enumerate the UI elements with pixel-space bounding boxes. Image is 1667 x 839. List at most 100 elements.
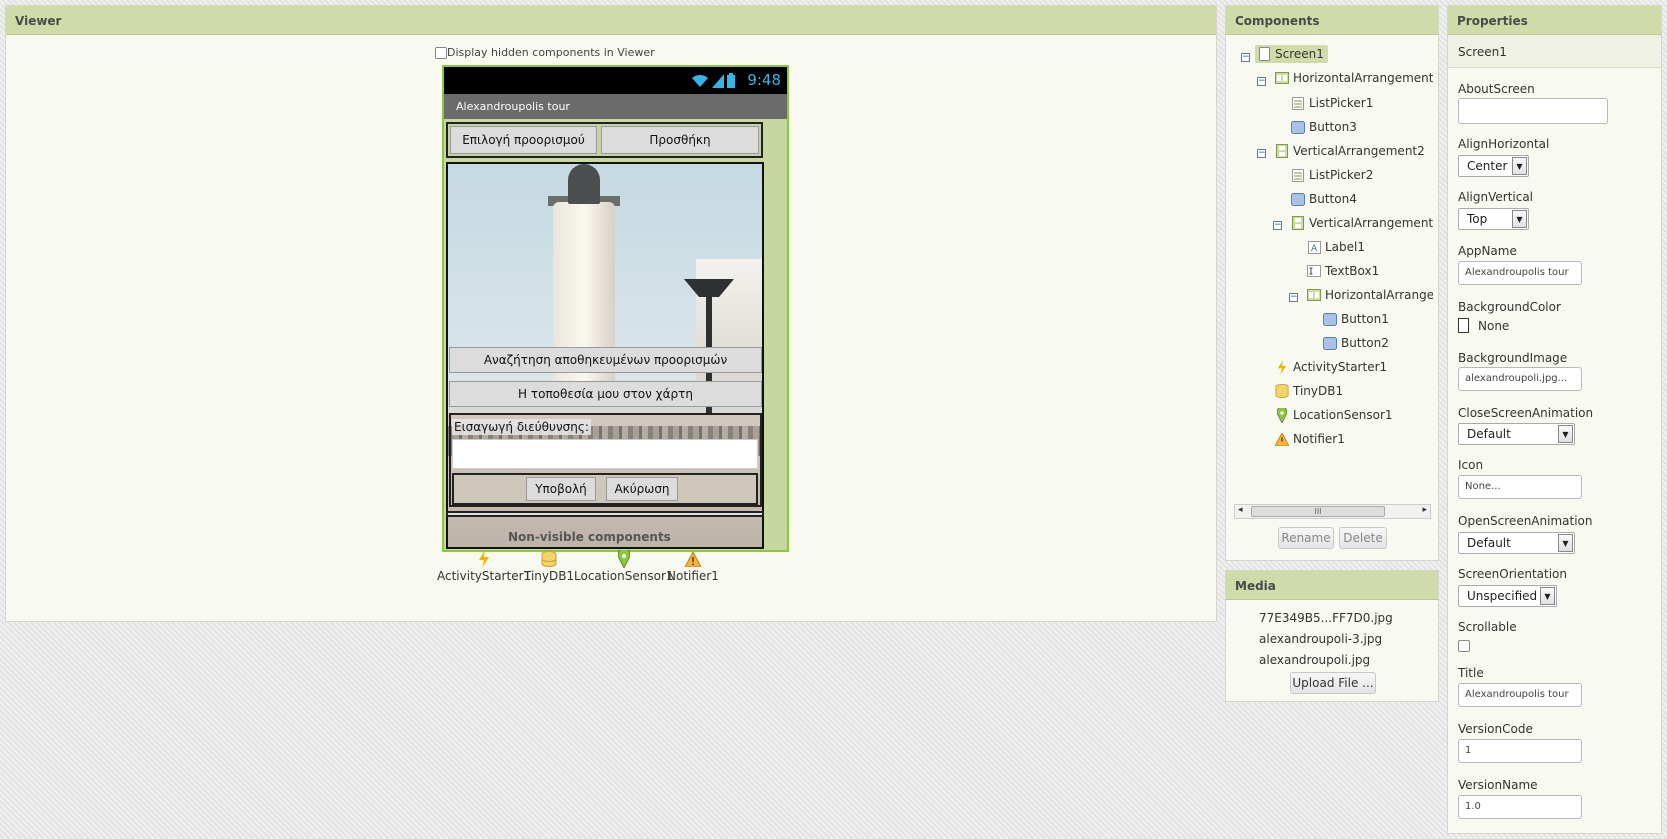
- warning-icon: [1275, 432, 1289, 446]
- tree-item-harr3[interactable]: HorizontalArrangement3: [1275, 71, 1433, 85]
- dropdown-arrow-icon: ▼: [1512, 157, 1527, 175]
- cancel-button[interactable]: Ακύρωση: [606, 477, 678, 501]
- location-pin-icon: [1277, 407, 1287, 423]
- button-icon: [1291, 192, 1305, 206]
- display-hidden-checkbox[interactable]: [435, 46, 447, 59]
- nonvisible-activitystarter[interactable]: ActivityStarter1: [437, 549, 531, 583]
- alignhorizontal-select[interactable]: Center ▼: [1458, 155, 1529, 177]
- dropdown-arrow-icon: ▼: [1558, 425, 1573, 443]
- tree-item-button2[interactable]: Button2: [1323, 336, 1389, 350]
- tree-item-tinydb1[interactable]: TinyDB1: [1275, 384, 1343, 398]
- upload-file-button[interactable]: Upload File ...: [1290, 672, 1376, 694]
- dropdown-arrow-icon: ▼: [1540, 587, 1555, 605]
- media-file[interactable]: 77E349B5...FF7D0.jpg: [1259, 611, 1393, 625]
- signal-icon: [712, 74, 724, 88]
- prop-label-closescreenanimation: CloseScreenAnimation: [1458, 406, 1594, 420]
- prop-label-backgroundimage: BackgroundImage: [1458, 351, 1568, 365]
- aboutscreen-textarea[interactable]: [1458, 98, 1608, 124]
- prop-label-screenorientation: ScreenOrientation: [1458, 567, 1568, 581]
- tree-item-activitystarter1[interactable]: ActivityStarter1: [1275, 359, 1387, 375]
- versioncode-input[interactable]: 1: [1458, 739, 1582, 763]
- collapse-varr2-toggle[interactable]: −: [1257, 149, 1266, 158]
- svg-text:A: A: [1311, 244, 1318, 254]
- display-hidden-label: Display hidden components in Viewer: [447, 46, 655, 59]
- viewer-panel: Viewer Display hidden components in View…: [5, 5, 1217, 622]
- my-location-map-button[interactable]: Η τοποθεσία μου στον χάρτη: [449, 381, 762, 407]
- nonvisible-notifier[interactable]: Notifier1: [667, 549, 719, 583]
- search-saved-destinations-button[interactable]: Αναζήτηση αποθηκευμένων προορισμών: [449, 347, 762, 373]
- tree-item-button4[interactable]: Button4: [1291, 192, 1357, 206]
- nonvisible-tinydb[interactable]: TinyDB1: [524, 549, 574, 583]
- rename-button[interactable]: Rename: [1278, 527, 1334, 549]
- scroll-right-arrow-icon[interactable]: ▸: [1422, 505, 1427, 515]
- textbox-icon: [1307, 265, 1321, 277]
- delete-button[interactable]: Delete: [1339, 527, 1387, 549]
- media-file[interactable]: alexandroupoli.jpg: [1259, 653, 1370, 667]
- components-horizontal-scrollbar[interactable]: ◂ III ▸: [1234, 504, 1431, 519]
- status-icons: [691, 73, 735, 88]
- tree-item-label1[interactable]: A Label1: [1307, 240, 1365, 254]
- versionname-input[interactable]: 1.0: [1458, 795, 1582, 819]
- tree-item-button1[interactable]: Button1: [1323, 312, 1389, 326]
- components-header: Components: [1226, 6, 1438, 35]
- tree-item-notifier1[interactable]: Notifier1: [1275, 432, 1345, 446]
- icon-picker[interactable]: None...: [1458, 475, 1582, 499]
- appname-input[interactable]: Alexandroupolis tour: [1458, 261, 1582, 285]
- tree-item-varr1[interactable]: VerticalArrangement1: [1291, 216, 1433, 230]
- tree-item-button3[interactable]: Button3: [1291, 120, 1357, 134]
- warning-icon: [684, 551, 701, 567]
- horizontal-arrangement-icon: [1275, 72, 1289, 84]
- tree-item-listpicker1[interactable]: ListPicker1: [1291, 96, 1373, 110]
- button-icon: [1291, 120, 1305, 134]
- battery-icon: [727, 73, 735, 88]
- alignvertical-select[interactable]: Top ▼: [1458, 208, 1529, 230]
- tree-item-textbox1[interactable]: TextBox1: [1307, 264, 1379, 278]
- prop-label-scrollable: Scrollable: [1458, 620, 1517, 634]
- listpicker-icon: [1292, 168, 1304, 182]
- tree-item-varr2[interactable]: VerticalArrangement2: [1275, 144, 1425, 158]
- backgroundcolor-picker[interactable]: None: [1458, 318, 1509, 333]
- tree-item-listpicker2[interactable]: ListPicker2: [1291, 168, 1373, 182]
- location-pin-icon: [617, 550, 630, 568]
- button-icon: [1323, 312, 1337, 326]
- choose-destination-button[interactable]: Επιλογή προορισμού: [450, 126, 597, 154]
- lightning-icon: [1277, 359, 1287, 375]
- properties-panel: Properties Screen1 AboutScreen AlignHori…: [1447, 5, 1662, 834]
- collapse-harr3-toggle[interactable]: −: [1257, 77, 1266, 86]
- tree-item-locationsensor1[interactable]: LocationSensor1: [1275, 407, 1393, 423]
- database-icon: [1275, 384, 1289, 398]
- color-swatch: [1458, 318, 1469, 333]
- tree-item-harr[interactable]: HorizontalArrangem: [1307, 288, 1433, 302]
- closescreenanimation-select[interactable]: Default ▼: [1458, 423, 1575, 445]
- backgroundimage-picker[interactable]: alexandroupoli.jpg...: [1458, 367, 1582, 391]
- media-panel: Media 77E349B5...FF7D0.jpg alexandroupol…: [1225, 570, 1439, 702]
- screenorientation-select[interactable]: Unspecified ▼: [1458, 585, 1557, 607]
- submit-button[interactable]: Υποβολή: [526, 477, 596, 501]
- scrollable-checkbox[interactable]: [1458, 640, 1470, 652]
- dropdown-arrow-icon: ▼: [1558, 534, 1573, 552]
- wifi-icon: [692, 74, 708, 87]
- database-icon: [541, 551, 557, 567]
- scroll-left-arrow-icon[interactable]: ◂: [1238, 505, 1243, 515]
- dropdown-arrow-icon: ▼: [1512, 210, 1527, 228]
- add-button[interactable]: Προσθήκη: [601, 126, 759, 154]
- collapse-varr1-toggle[interactable]: −: [1273, 221, 1282, 230]
- collapse-harr-toggle[interactable]: −: [1289, 293, 1298, 302]
- nonvisible-locationsensor[interactable]: LocationSensor1: [574, 549, 674, 583]
- status-time: 9:48: [747, 71, 781, 89]
- title-input[interactable]: Alexandroupolis tour: [1458, 683, 1582, 707]
- scrollbar-thumb[interactable]: III: [1251, 506, 1385, 517]
- address-label: Εισαγωγή διεύθυνσης:: [452, 419, 591, 435]
- display-hidden-toggle[interactable]: Display hidden components in Viewer: [435, 46, 655, 59]
- prop-label-aboutscreen: AboutScreen: [1458, 82, 1535, 96]
- prop-label-icon: Icon: [1458, 458, 1484, 472]
- media-file[interactable]: alexandroupoli-3.jpg: [1259, 632, 1382, 646]
- nonvisible-title: Non-visible components: [508, 530, 671, 544]
- vertical-arrangement-icon: [1292, 216, 1304, 230]
- address-textbox[interactable]: [452, 439, 758, 469]
- tree-item-screen1[interactable]: Screen1: [1255, 45, 1328, 63]
- listpicker-icon: [1292, 96, 1304, 110]
- openscreenanimation-select[interactable]: Default ▼: [1458, 532, 1575, 554]
- horizontal-arrangement-buttons: [452, 473, 758, 505]
- collapse-screen1-toggle[interactable]: −: [1241, 53, 1250, 62]
